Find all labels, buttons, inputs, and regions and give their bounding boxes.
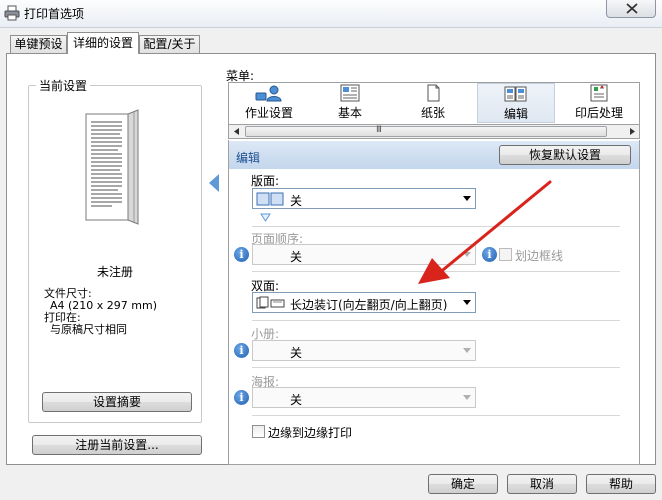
menu-item-label: 基本: [337, 106, 362, 120]
edit-icon: [504, 86, 527, 102]
finishing-icon: [590, 84, 608, 102]
job-settings-icon: [255, 85, 282, 102]
tab-one-click-presets[interactable]: 单键预设: [10, 35, 67, 53]
separator: [252, 320, 620, 321]
info-icon[interactable]: i: [234, 390, 249, 405]
settings-summary-button[interactable]: 设置摘要: [42, 392, 192, 412]
menu-scrollbar-thumb[interactable]: [245, 126, 607, 137]
title-bar: [0, 0, 662, 28]
menu-item-label: 编辑: [503, 107, 528, 121]
cancel-button[interactable]: 取消: [507, 474, 577, 494]
ok-button[interactable]: 确定: [428, 474, 498, 494]
document-preview-icon: [85, 109, 139, 225]
menu-item-label: 印后处理: [574, 106, 623, 120]
duplex-icon: [256, 296, 285, 309]
chevron-down-icon: [463, 395, 471, 400]
menu-item-label: 作业设置: [244, 106, 293, 120]
tab-label: 详细的设置: [72, 36, 133, 50]
duplex-value: 长边装订(向左翻页/向上翻页): [290, 298, 448, 312]
close-button[interactable]: [606, 0, 656, 18]
settings-info: 文件尺寸: A4 (210 x 297 mm) 打印在: 与原稿尺寸相同: [44, 288, 157, 336]
poster-select[interactable]: 关: [252, 387, 476, 408]
tab-label: 配置/关于: [143, 37, 196, 51]
edit-panel-title: 编辑: [236, 151, 261, 165]
info-icon[interactable]: i: [234, 247, 249, 262]
print-on-value: 与原稿尺寸相同: [50, 323, 127, 336]
chevron-down-icon: [463, 300, 471, 305]
scroll-left-icon[interactable]: [230, 126, 244, 137]
close-icon: [626, 3, 638, 14]
expand-triangle-icon[interactable]: [260, 213, 271, 222]
current-settings-title: 当前设置: [36, 77, 91, 94]
window-title: 打印首选项: [24, 7, 85, 21]
menu-item-edit[interactable]: 编辑: [477, 83, 555, 123]
restore-defaults-button[interactable]: 恢复默认设置: [499, 145, 631, 165]
page-order-value: 关: [290, 250, 303, 264]
register-settings-button[interactable]: 注册当前设置...: [32, 435, 202, 455]
menu-item-job-settings[interactable]: 作业设置: [238, 83, 300, 123]
edge-to-edge-checkbox[interactable]: [252, 425, 265, 438]
paper-icon: [427, 84, 440, 102]
separator: [252, 367, 620, 368]
printer-icon: [4, 5, 20, 21]
booklet-value: 关: [290, 346, 303, 360]
basic-icon: [340, 84, 360, 102]
layout-icon: [256, 192, 284, 206]
edge-to-edge-label: 边缘到边缘打印: [268, 426, 353, 440]
annotation-arrow: [418, 180, 552, 284]
layout-value: 关: [290, 194, 303, 208]
scrollbar-grip: III: [376, 125, 382, 135]
menu-item-basic[interactable]: 基本: [325, 83, 375, 123]
collapse-panel-icon[interactable]: [209, 174, 219, 192]
scroll-right-icon[interactable]: [625, 126, 639, 137]
info-icon[interactable]: i: [234, 343, 249, 358]
duplex-select[interactable]: 长边装订(向左翻页/向上翻页): [252, 292, 476, 313]
menu-item-paper[interactable]: 纸张: [408, 83, 458, 123]
separator: [252, 415, 620, 416]
help-button[interactable]: 帮助: [586, 474, 656, 494]
menu-item-label: 纸张: [420, 106, 445, 120]
layout-label: 版面:: [251, 174, 280, 188]
chevron-down-icon: [463, 348, 471, 353]
tab-label: 单键预设: [14, 37, 63, 51]
registration-status: 未注册: [97, 265, 134, 279]
poster-value: 关: [290, 393, 303, 407]
booklet-select[interactable]: 关: [252, 340, 476, 361]
tab-config-about[interactable]: 配置/关于: [139, 35, 200, 53]
tab-detailed-settings[interactable]: 详细的设置: [67, 32, 139, 54]
menu-item-finishing[interactable]: 印后处理: [568, 83, 630, 123]
